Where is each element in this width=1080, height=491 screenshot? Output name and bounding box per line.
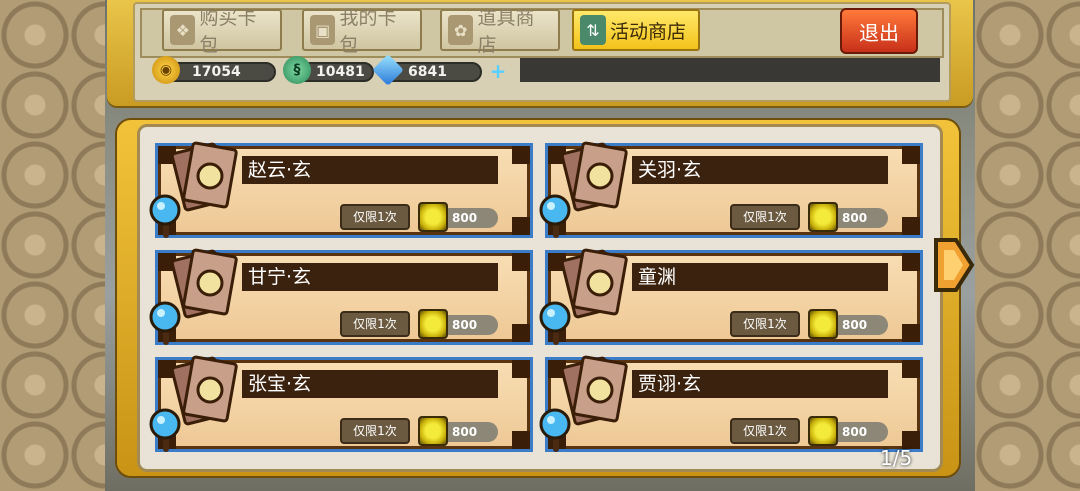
tab-my-card-pack[interactable]: ▣ 我的卡包	[302, 7, 422, 56]
card-name: 关羽·玄	[632, 156, 888, 184]
magnifier-icon[interactable]	[538, 301, 572, 347]
next-page-arrow-icon[interactable]	[932, 236, 976, 294]
price-tag: 800	[808, 309, 888, 339]
shop-card[interactable]: 甘宁·玄 仅限1次 800	[149, 248, 533, 345]
purchase-limit-badge: 仅限1次	[340, 204, 410, 230]
purchase-limit-badge: 仅限1次	[340, 311, 410, 337]
card-deck-icon	[172, 355, 238, 426]
card-corner	[512, 324, 530, 342]
gold-coin-icon: ◉	[152, 56, 180, 84]
my-cards-icon: ▣	[310, 15, 336, 45]
shop-card[interactable]: 张宝·玄 仅限1次 800	[149, 355, 533, 452]
tab-label: 道具商店	[477, 7, 535, 56]
item-shop-icon: ✿	[448, 15, 474, 45]
gold-ingot-icon	[808, 309, 838, 339]
tab-label: 我的卡包	[339, 7, 397, 56]
card-corner	[902, 253, 920, 271]
card-corner	[902, 217, 920, 235]
tab-buy-card-pack[interactable]: ❖ 购买卡包	[162, 7, 282, 56]
right-pattern-border	[975, 0, 1080, 491]
card-name: 赵云·玄	[242, 156, 498, 184]
jade-icon: §	[283, 56, 311, 84]
purchase-limit-badge: 仅限1次	[730, 311, 800, 337]
exit-button[interactable]: 退出	[840, 8, 918, 54]
card-corner	[902, 324, 920, 342]
shop-card[interactable]: 童渊 仅限1次 800	[539, 248, 923, 345]
tab-event-shop[interactable]: ⇅ 活动商店	[572, 9, 700, 51]
purchase-limit-badge: 仅限1次	[730, 418, 800, 444]
magnifier-icon[interactable]	[538, 408, 572, 454]
page-indicator: 1/5	[880, 446, 913, 470]
gold-ingot-icon	[808, 202, 838, 232]
header-dark-strip	[520, 58, 940, 82]
gold-ingot-icon	[418, 416, 448, 446]
magnifier-icon[interactable]	[538, 194, 572, 240]
price-tag: 800	[808, 416, 888, 446]
card-deck-icon	[562, 355, 628, 426]
card-corner	[512, 253, 530, 271]
card-corner	[902, 146, 920, 164]
card-corner	[902, 360, 920, 378]
card-deck-icon	[172, 141, 238, 212]
purchase-limit-badge: 仅限1次	[340, 418, 410, 444]
magnifier-icon[interactable]	[148, 194, 182, 240]
card-deck-icon	[172, 248, 238, 319]
shop-card[interactable]: 赵云·玄 仅限1次 800	[149, 141, 533, 238]
gold-ingot-icon	[808, 416, 838, 446]
tab-item-shop[interactable]: ✿ 道具商店	[440, 7, 560, 56]
shop-card[interactable]: 关羽·玄 仅限1次 800	[539, 141, 923, 238]
tab-label: 购买卡包	[199, 7, 257, 56]
card-corner	[512, 217, 530, 235]
price-tag: 800	[418, 416, 498, 446]
card-deck-icon	[562, 141, 628, 212]
card-corner	[512, 431, 530, 449]
card-name: 贾诩·玄	[632, 370, 888, 398]
tab-label: 活动商店	[610, 20, 687, 43]
magnifier-icon[interactable]	[148, 408, 182, 454]
price-tag: 800	[808, 202, 888, 232]
card-name: 甘宁·玄	[242, 263, 498, 291]
card-corner	[512, 360, 530, 378]
shop-card[interactable]: 贾诩·玄 仅限1次 800	[539, 355, 923, 452]
card-deck-icon	[562, 248, 628, 319]
price-tag: 800	[418, 202, 498, 232]
gold-ingot-icon	[418, 202, 448, 232]
card-name: 张宝·玄	[242, 370, 498, 398]
add-currency-button[interactable]: +	[488, 61, 508, 82]
gold-ingot-icon	[418, 309, 448, 339]
magnifier-icon[interactable]	[148, 301, 182, 347]
left-pattern-border	[0, 0, 105, 491]
event-shop-icon: ⇅	[580, 15, 606, 45]
purchase-limit-badge: 仅限1次	[730, 204, 800, 230]
card-name: 童渊	[632, 263, 888, 291]
card-corner	[512, 146, 530, 164]
price-tag: 800	[418, 309, 498, 339]
card-pack-icon: ❖	[170, 15, 196, 45]
